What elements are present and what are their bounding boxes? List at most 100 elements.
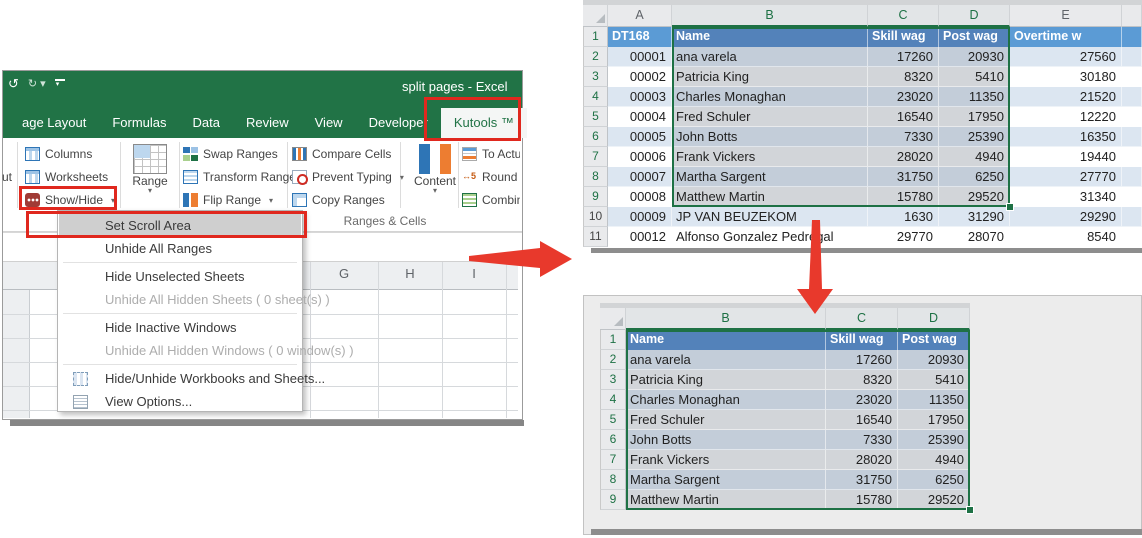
row-header[interactable]: 6	[583, 127, 608, 147]
table-cell[interactable]: 31750	[826, 470, 898, 490]
selection-fill-handle[interactable]	[1006, 203, 1014, 211]
table-cell[interactable]: Frank Vickers	[672, 147, 868, 167]
table-header-cell[interactable]: Overtime w	[1010, 27, 1122, 47]
table-cell[interactable]: 25390	[898, 430, 970, 450]
row-header[interactable]: 5	[583, 107, 608, 127]
row-header[interactable]: 1	[583, 27, 608, 47]
table-cell[interactable]	[1122, 47, 1142, 67]
table-header-cell[interactable]: Name	[672, 27, 868, 47]
table-cell[interactable]: 6250	[898, 470, 970, 490]
table-cell[interactable]: Patricia King	[626, 370, 826, 390]
transform-range-button[interactable]: Transform Range	[183, 166, 293, 188]
column-header-B[interactable]: B	[626, 308, 826, 330]
table-cell[interactable]	[1122, 207, 1142, 227]
table-cell[interactable]: 7330	[868, 127, 939, 147]
row-header[interactable]: 3	[600, 370, 626, 390]
table-cell[interactable]: 16540	[826, 410, 898, 430]
sheet-column-G[interactable]: G	[310, 266, 378, 281]
table-cell[interactable]: 00005	[608, 127, 672, 147]
table-cell[interactable]: 27560	[1010, 47, 1122, 67]
table-cell[interactable]	[1122, 227, 1142, 247]
table-cell[interactable]	[1122, 147, 1142, 167]
table-cell[interactable]: Charles Monaghan	[626, 390, 826, 410]
table-cell[interactable]: 00002	[608, 67, 672, 87]
table-cell[interactable]: Patricia King	[672, 67, 868, 87]
row-header[interactable]: 1	[600, 330, 626, 350]
column-header-D[interactable]: D	[939, 5, 1010, 27]
table-cell[interactable]	[1122, 127, 1142, 147]
table-cell[interactable]: 00008	[608, 187, 672, 207]
table-cell[interactable]: 29770	[868, 227, 939, 247]
table-cell[interactable]: 6250	[939, 167, 1010, 187]
table-cell[interactable]: 16350	[1010, 127, 1122, 147]
table-cell[interactable]: 8320	[826, 370, 898, 390]
row-header[interactable]: 2	[583, 47, 608, 67]
prevent-typing-button[interactable]: Prevent Typing	[292, 166, 408, 188]
table-cell[interactable]: JP VAN BEUZEKOM	[672, 207, 868, 227]
table-cell[interactable]: Fred Schuler	[672, 107, 868, 127]
table-cell[interactable]: John Botts	[626, 430, 826, 450]
table-cell[interactable]: 21520	[1010, 87, 1122, 107]
table-cell[interactable]: 4940	[939, 147, 1010, 167]
table-cell[interactable]: 27770	[1010, 167, 1122, 187]
sheet-column-I[interactable]: I	[442, 266, 506, 281]
table-cell[interactable]: 28020	[826, 450, 898, 470]
table-cell[interactable]: 11350	[939, 87, 1010, 107]
table-cell[interactable]: 1630	[868, 207, 939, 227]
table-cell[interactable]: 5410	[898, 370, 970, 390]
table-cell[interactable]	[1122, 67, 1142, 87]
to-actu-button[interactable]: To Actu	[462, 143, 520, 165]
select-all-corner[interactable]	[600, 308, 626, 330]
table-cell[interactable]: ana varela	[672, 47, 868, 67]
table-cell[interactable]: 19440	[1010, 147, 1122, 167]
table-cell[interactable]: 28020	[868, 147, 939, 167]
compare-cells-button[interactable]: Compare Cells	[292, 143, 408, 165]
table-cell[interactable]: 00012	[608, 227, 672, 247]
combin-button[interactable]: Combin	[462, 189, 520, 211]
row-header[interactable]: 10	[583, 207, 608, 227]
table-cell[interactable]: Matthew Martin	[672, 187, 868, 207]
table-cell[interactable]: 15780	[826, 490, 898, 510]
row-header[interactable]: 4	[600, 390, 626, 410]
column-header-C[interactable]: C	[826, 308, 898, 330]
table-header-cell[interactable]: Skill wag	[826, 330, 898, 350]
table-cell[interactable]: 8320	[868, 67, 939, 87]
table-cell[interactable]: 20930	[939, 47, 1010, 67]
table-cell[interactable]: 17950	[939, 107, 1010, 127]
table-cell[interactable]: 11350	[898, 390, 970, 410]
table-cell[interactable]: 00009	[608, 207, 672, 227]
menu-item-unhide-all-ranges[interactable]: Unhide All Ranges	[59, 237, 301, 260]
row-header[interactable]: 3	[583, 67, 608, 87]
table-cell[interactable]: 00004	[608, 107, 672, 127]
table-cell[interactable]: Frank Vickers	[626, 450, 826, 470]
table-header-cell[interactable]: DT168	[608, 27, 672, 47]
table-cell[interactable]	[1122, 107, 1142, 127]
row-header[interactable]: 8	[583, 167, 608, 187]
table-cell[interactable]: Martha Sargent	[626, 470, 826, 490]
table-cell[interactable]: 17950	[898, 410, 970, 430]
column-header-B[interactable]: B	[672, 5, 868, 27]
row-header[interactable]: 6	[600, 430, 626, 450]
table-cell[interactable]	[1122, 87, 1142, 107]
column-header-partial[interactable]	[1122, 5, 1142, 27]
table-header-cell[interactable]: Name	[626, 330, 826, 350]
table-header-cell[interactable]: Post wag	[898, 330, 970, 350]
table-cell[interactable]: 7330	[826, 430, 898, 450]
column-header-C[interactable]: C	[868, 5, 939, 27]
columns-button[interactable]: Columns	[25, 143, 119, 165]
table-cell[interactable]: 30180	[1010, 67, 1122, 87]
table-cell[interactable]: ana varela	[626, 350, 826, 370]
row-header[interactable]: 4	[583, 87, 608, 107]
row-header[interactable]: 7	[600, 450, 626, 470]
table-cell[interactable]: 4940	[898, 450, 970, 470]
table-cell[interactable]: 31340	[1010, 187, 1122, 207]
row-header[interactable]: 9	[583, 187, 608, 207]
table-cell[interactable]: 23020	[868, 87, 939, 107]
table-cell[interactable]: 00001	[608, 47, 672, 67]
row-header[interactable]: 11	[583, 227, 608, 247]
row-header[interactable]: 9	[600, 490, 626, 510]
table-cell[interactable]: 31750	[868, 167, 939, 187]
table-cell[interactable]: Martha Sargent	[672, 167, 868, 187]
worksheets-button[interactable]: Worksheets	[25, 166, 119, 188]
menu-item-view-options[interactable]: View Options...	[59, 390, 301, 413]
